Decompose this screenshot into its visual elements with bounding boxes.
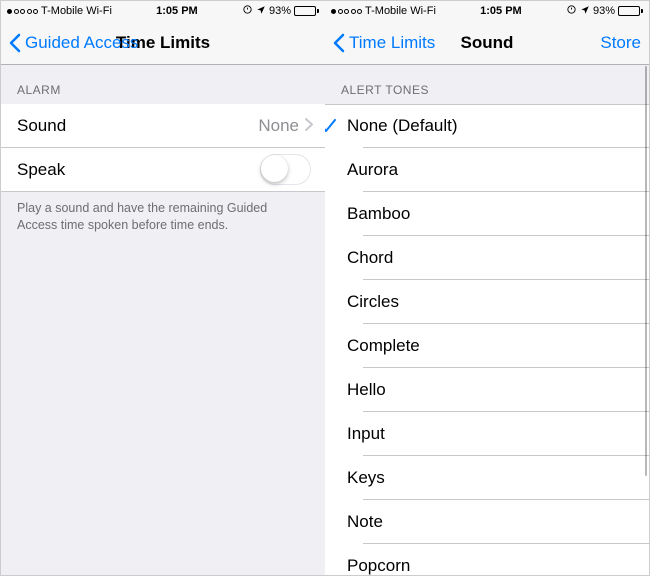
back-label: Time Limits — [349, 33, 435, 53]
nav-bar: Time Limits Sound Store — [325, 21, 649, 65]
tone-row[interactable]: Popcorn — [325, 544, 649, 575]
tone-row[interactable]: Chord — [325, 236, 649, 280]
speak-toggle[interactable] — [260, 154, 311, 185]
sound-value: None — [258, 116, 299, 136]
tone-label: Note — [347, 512, 649, 532]
location-icon — [256, 5, 266, 18]
back-button[interactable]: Time Limits — [333, 33, 435, 53]
battery-icon — [294, 6, 319, 16]
tone-row[interactable]: Aurora — [325, 148, 649, 192]
tones-list: None (Default) Aurora Bamboo Chord Circles Co… — [325, 104, 649, 575]
status-time: 1:05 PM — [480, 5, 522, 17]
chevron-right-icon — [305, 116, 313, 136]
screen-sound: T-Mobile Wi-Fi 1:05 PM 93% Time Limits S… — [325, 1, 649, 575]
tone-row[interactable]: Bamboo — [325, 192, 649, 236]
section-header-alarm: ALARM — [1, 65, 325, 104]
rotation-lock-icon — [566, 4, 577, 18]
chevron-left-icon — [333, 33, 345, 53]
scroll-indicator — [645, 66, 648, 476]
status-time: 1:05 PM — [156, 5, 198, 17]
tone-row[interactable]: Hello — [325, 368, 649, 412]
location-icon — [580, 5, 590, 18]
rotation-lock-icon — [242, 4, 253, 18]
status-bar: T-Mobile Wi-Fi 1:05 PM 93% — [325, 1, 649, 21]
tone-label: Circles — [347, 292, 649, 312]
tone-row[interactable]: Note — [325, 500, 649, 544]
tone-row[interactable]: Circles — [325, 280, 649, 324]
tone-label: Keys — [347, 468, 649, 488]
signal-dots-icon — [7, 9, 38, 14]
tone-label: Input — [347, 424, 649, 444]
tone-label: Hello — [347, 380, 649, 400]
carrier-label: T-Mobile Wi-Fi — [365, 5, 436, 17]
checkmark-icon — [325, 119, 336, 133]
status-bar: T-Mobile Wi-Fi 1:05 PM 93% — [1, 1, 325, 21]
checkmark-slot — [325, 119, 347, 133]
tone-label: Bamboo — [347, 204, 649, 224]
tone-row[interactable]: Keys — [325, 456, 649, 500]
content-area: ALARM Sound None Speak Play a sound and … — [1, 65, 325, 575]
speak-row: Speak — [1, 148, 325, 192]
battery-percent: 93% — [269, 5, 291, 17]
tone-row[interactable]: None (Default) — [325, 104, 649, 148]
section-header-alert-tones: ALERT TONES — [325, 65, 649, 104]
tone-label: Complete — [347, 336, 649, 356]
signal-dots-icon — [331, 9, 362, 14]
section-footer: Play a sound and have the remaining Guid… — [1, 192, 325, 234]
tone-label: Chord — [347, 248, 649, 268]
speak-label: Speak — [17, 160, 260, 180]
tone-label: Aurora — [347, 160, 649, 180]
battery-icon — [618, 6, 643, 16]
nav-bar: Guided Access Time Limits — [1, 21, 325, 65]
battery-percent: 93% — [593, 5, 615, 17]
back-button[interactable]: Guided Access — [9, 33, 138, 53]
screen-time-limits: T-Mobile Wi-Fi 1:05 PM 93% Guided Access… — [1, 1, 325, 575]
tone-label: None (Default) — [347, 116, 649, 136]
chevron-left-icon — [9, 33, 21, 53]
carrier-label: T-Mobile Wi-Fi — [41, 5, 112, 17]
tone-row[interactable]: Input — [325, 412, 649, 456]
store-button[interactable]: Store — [600, 33, 641, 53]
tone-row[interactable]: Complete — [325, 324, 649, 368]
sound-label: Sound — [17, 116, 258, 136]
back-label: Guided Access — [25, 33, 138, 53]
tone-label: Popcorn — [347, 556, 649, 576]
content-area: ALERT TONES None (Default) Aurora Bamboo Ch… — [325, 65, 649, 575]
sound-row[interactable]: Sound None — [1, 104, 325, 148]
